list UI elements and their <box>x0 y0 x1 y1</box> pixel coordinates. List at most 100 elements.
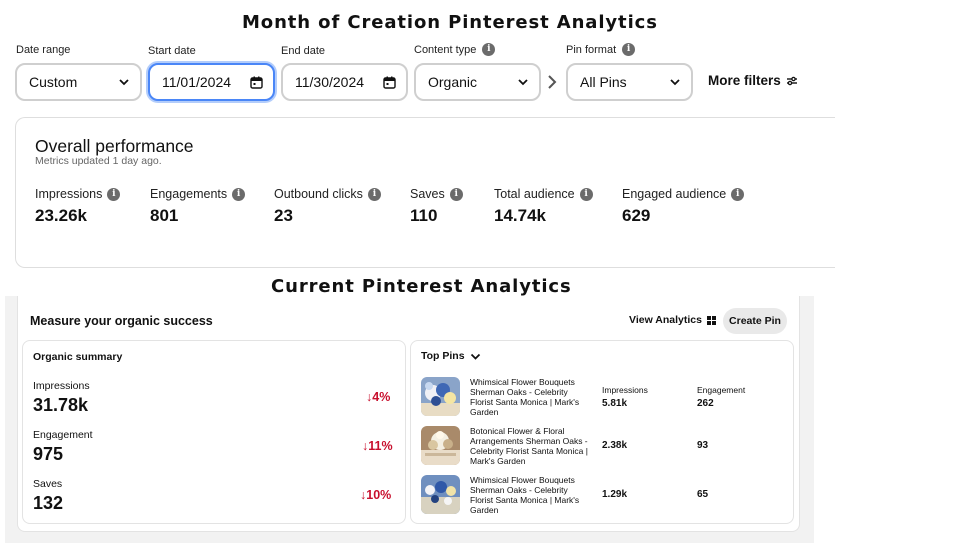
content-type-select[interactable]: Organic <box>414 63 541 101</box>
summary-label: Engagement <box>33 429 93 441</box>
metric-label: Saves i <box>410 187 463 201</box>
date-range-value: Custom <box>29 74 78 90</box>
metrics-updated-text: Metrics updated 1 day ago. <box>35 155 162 167</box>
metric-value: 23.26k <box>35 206 87 225</box>
info-icon[interactable]: i <box>232 187 246 201</box>
start-date-label: Start date <box>148 45 196 57</box>
pin-title[interactable]: Whimsical Flower Bouquets Sherman Oaks -… <box>470 475 590 515</box>
info-icon[interactable]: i <box>579 187 593 201</box>
pin-engagement: 93 <box>697 440 709 451</box>
summary-label: Impressions <box>33 380 90 392</box>
metric-value: 14.74k <box>494 206 546 225</box>
end-date-input[interactable]: 11/30/2024 <box>281 63 408 101</box>
summary-change-saves: ↓10% <box>360 488 392 502</box>
metric-label-text: Total audience <box>494 187 575 201</box>
metric-total-audience: Total audience i 14.74k <box>494 187 593 226</box>
summary-value: 132 <box>33 493 64 513</box>
overall-performance-title: Overall performance <box>35 136 194 156</box>
pin-thumbnail[interactable] <box>421 475 460 514</box>
summary-row-impressions: Impressions 31.78k <box>33 380 90 416</box>
content-type-label: Content type i <box>414 43 496 56</box>
organic-summary-title: Organic summary <box>33 351 123 363</box>
start-date-input[interactable]: 11/01/2024 <box>148 63 275 101</box>
calendar-icon[interactable] <box>383 76 396 89</box>
pin-image-table-arrangement <box>421 426 460 465</box>
summary-change-impressions: ↓4% <box>366 390 391 404</box>
chevron-right-icon[interactable] <box>545 74 559 90</box>
chevron-down-icon <box>470 353 480 360</box>
metric-value: 629 <box>622 206 651 225</box>
info-icon[interactable]: i <box>482 43 496 56</box>
info-icon[interactable]: i <box>731 187 745 201</box>
sliders-icon <box>786 76 797 85</box>
start-date-value: 11/01/2024 <box>162 74 232 90</box>
summary-change-engagement: ↓11% <box>362 439 393 453</box>
metric-value: 110 <box>410 206 438 225</box>
pin-engagement: 262 <box>697 398 714 409</box>
info-icon[interactable]: i <box>622 43 636 56</box>
pin-format-select[interactable]: All Pins <box>566 63 693 101</box>
pin-impressions: 2.38k <box>602 440 628 451</box>
top-pins-dropdown[interactable]: Top Pins <box>421 350 481 362</box>
metric-label-text: Saves <box>410 187 445 201</box>
end-date-label-text: End date <box>281 45 326 57</box>
metric-label: Outbound clicks i <box>274 187 381 201</box>
view-analytics-label: View Analytics <box>629 314 702 326</box>
pin-impressions: 5.81k <box>602 398 628 409</box>
impressions-column-header: Impressions <box>602 385 648 395</box>
summary-label: Saves <box>33 478 63 490</box>
metric-label: Impressions i <box>35 187 121 201</box>
pin-title[interactable]: Whimsical Flower Bouquets Sherman Oaks -… <box>470 377 590 417</box>
pin-impressions: 1.29k <box>602 489 628 500</box>
metric-engaged-audience: Engaged audience i 629 <box>622 187 745 226</box>
pin-format-value: All Pins <box>580 74 627 90</box>
pin-engagement: 65 <box>697 489 709 500</box>
more-filters-label: More filters <box>708 73 781 88</box>
more-filters-button[interactable]: More filters <box>708 73 798 88</box>
view-analytics-button[interactable]: View Analytics <box>629 314 716 326</box>
end-date-label: End date <box>281 45 325 57</box>
chevron-down-icon <box>119 79 129 86</box>
metric-label: Engaged audience i <box>622 187 745 201</box>
metric-value: 801 <box>150 206 179 225</box>
summary-row-engagement: Engagement 975 <box>33 429 93 465</box>
date-range-label: Date range <box>16 44 70 56</box>
pin-format-label-text: Pin format <box>566 43 617 56</box>
metric-saves: Saves i 110 <box>410 187 463 226</box>
engagement-column-header: Engagement <box>697 385 746 395</box>
calendar-icon[interactable] <box>250 76 263 89</box>
info-icon[interactable]: i <box>449 187 463 201</box>
organic-success-heading: Measure your organic success <box>30 314 213 328</box>
end-date-value: 11/30/2024 <box>295 74 365 90</box>
pin-thumbnail[interactable] <box>421 426 460 465</box>
date-range-select[interactable]: Custom <box>15 63 142 101</box>
pin-format-label: Pin format i <box>566 43 636 56</box>
start-date-label-text: Start date <box>148 45 196 57</box>
metric-engagements: Engagements i 801 <box>150 187 246 226</box>
metric-impressions: Impressions i 23.26k <box>35 187 121 226</box>
top-pins-title: Top Pins <box>421 350 465 362</box>
pin-image-blue-bouquet <box>421 377 460 416</box>
info-icon[interactable]: i <box>107 187 121 201</box>
chevron-down-icon <box>670 79 680 86</box>
pin-image-blue-table <box>421 475 460 514</box>
month-title: Month of Creation Pinterest Analytics <box>242 12 658 33</box>
pin-title[interactable]: Botonical Flower & Floral Arrangements S… <box>470 426 590 466</box>
summary-row-saves: Saves 132 <box>33 478 63 514</box>
metric-label-text: Engaged audience <box>622 187 727 201</box>
info-icon[interactable]: i <box>367 187 381 201</box>
summary-value: 31.78k <box>33 395 89 415</box>
grid-icon <box>706 315 716 325</box>
metric-label-text: Engagements <box>150 187 228 201</box>
metric-label: Engagements i <box>150 187 246 201</box>
chevron-down-icon <box>518 79 528 86</box>
summary-value: 975 <box>33 444 64 464</box>
metric-outbound-clicks: Outbound clicks i 23 <box>274 187 381 226</box>
metric-label: Total audience i <box>494 187 593 201</box>
pin-thumbnail[interactable] <box>421 377 460 416</box>
date-range-label-text: Date range <box>16 44 71 56</box>
create-pin-label: Create Pin <box>729 315 781 327</box>
create-pin-button[interactable]: Create Pin <box>723 308 787 334</box>
metric-value: 23 <box>274 206 293 225</box>
current-title: Current Pinterest Analytics <box>271 276 572 297</box>
